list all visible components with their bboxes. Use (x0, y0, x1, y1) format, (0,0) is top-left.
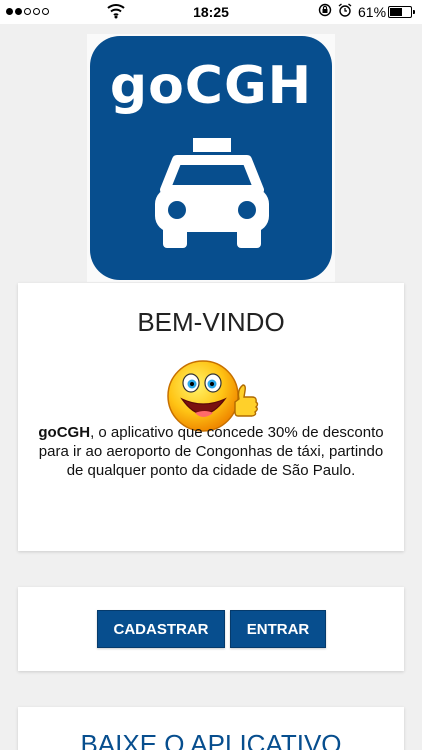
alarm-icon (338, 3, 352, 17)
logo-tile: goCGH (90, 36, 332, 280)
status-bar: 18:25 61% (0, 0, 422, 24)
download-card: BAIXE O APLICATIVO (18, 707, 404, 750)
welcome-title: BEM-VINDO (137, 307, 285, 337)
download-title: BAIXE O APLICATIVO (80, 729, 342, 750)
actions-card: CADASTRAR ENTRAR (18, 587, 404, 671)
brand-name: goCGH (38, 424, 91, 441)
description-text: , o aplicativo que concede 30% de descon… (38, 424, 384, 479)
logo-text: goCGH (109, 56, 313, 116)
battery-icon (388, 6, 415, 18)
taxi-icon (155, 138, 269, 248)
battery-percent: 61% (358, 4, 387, 20)
welcome-description: goCGH, o aplicativo que concede 30% de d… (30, 423, 392, 480)
login-button[interactable]: ENTRAR (230, 610, 326, 648)
welcome-card: BEM-VINDO goCGH, o aplicativo que conced… (18, 283, 404, 551)
register-button[interactable]: CADASTRAR (97, 610, 225, 648)
app-logo: goCGH (87, 34, 335, 282)
thumbs-up-smiley-icon (167, 360, 259, 432)
rotation-lock-icon (318, 3, 332, 17)
